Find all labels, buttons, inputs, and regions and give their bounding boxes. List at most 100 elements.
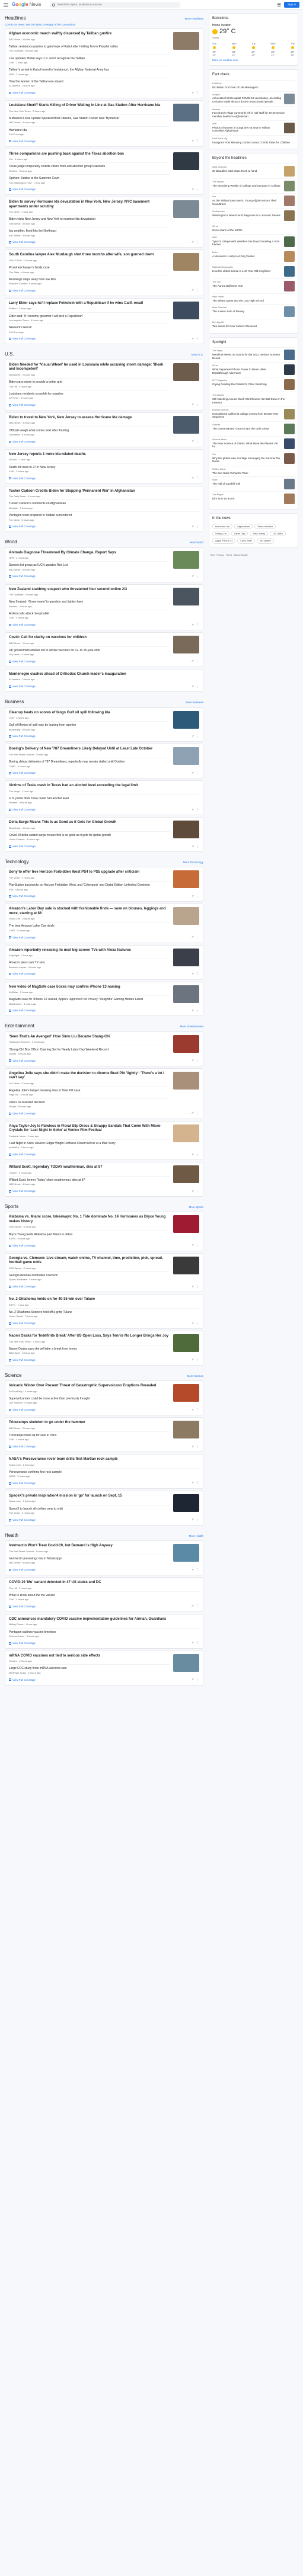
story-headline[interactable]: Tucker Carlson Credits Biden for Stoppin… — [9, 489, 199, 494]
related-source[interactable]: NBC News — [9, 1183, 21, 1186]
more-link[interactable]: More Entertainment — [180, 1025, 203, 1029]
google-news-logo[interactable]: Google News — [12, 2, 42, 8]
related-headline[interactable]: Prominent lawyer's family case — [9, 266, 170, 270]
spotlight-item[interactable]: Vox Why the global teen shortage is Hangi… — [212, 450, 295, 466]
related-source[interactable]: Live Science — [9, 1401, 23, 1404]
rail-item-headline[interactable]: Gene scans of the mRNA — [212, 229, 295, 232]
story-headline[interactable]: Willard Scott, legendary TODAY weatherma… — [9, 1165, 170, 1170]
story-source[interactable]: SciTechDaily — [9, 1390, 23, 1393]
share-icon[interactable]: ↗ — [192, 1009, 194, 1013]
share-icon[interactable]: ↗ — [192, 575, 194, 579]
full-coverage-button[interactable]: View Full Coverage — [9, 140, 36, 143]
rail-item-headline[interactable]: Fact check: Flags commonly left in half … — [212, 111, 295, 118]
related-headline[interactable]: Tucker Carlson's comments on Afghanistan — [9, 502, 199, 506]
story-source[interactable]: BBC News — [9, 642, 20, 645]
rail-item-headline[interactable]: Instagram Post Misusing Context About CO… — [212, 141, 295, 145]
story-headline[interactable]: Cleanup beats on scores of fangs Gulf oi… — [9, 711, 170, 716]
full-coverage-button[interactable]: View Full Coverage — [9, 525, 36, 528]
story-thumbnail[interactable] — [173, 1034, 199, 1053]
story-source[interactable]: Military Times — [9, 1623, 23, 1626]
related-headline[interactable]: Ardern calls attack 'despicable' — [9, 612, 170, 616]
spotlight-item[interactable]: Rolling Stone The Sun Stark Tornado's Pac… — [212, 465, 295, 477]
story-thumbnail[interactable] — [173, 1654, 199, 1672]
related-source[interactable]: The Verge — [9, 1511, 20, 1514]
story-source[interactable]: Bloomberg — [9, 826, 20, 829]
more-options-icon[interactable]: ⋮ — [196, 440, 199, 444]
more-link[interactable]: More World — [190, 541, 203, 544]
related-source[interactable]: Fox News — [9, 518, 20, 521]
full-coverage-button[interactable]: View Full Coverage — [9, 289, 36, 293]
story-headline[interactable]: Naomi Osaka for 'Indefinite Break' After… — [9, 1334, 170, 1339]
more-options-icon[interactable]: ⋮ — [196, 771, 199, 776]
rail-item-headline[interactable]: What Separated Phone Power to Beam Vibes… — [212, 368, 282, 374]
footer-link[interactable]: About Google — [234, 554, 247, 556]
related-source[interactable]: IndieWire — [9, 1146, 19, 1149]
story-source[interactable]: ABC News — [9, 38, 20, 41]
story-source[interactable]: TODAY — [9, 1171, 17, 1174]
more-options-icon[interactable]: ⋮ — [196, 575, 199, 579]
spotlight-item[interactable]: Outside The Guest-Named 'Ghost Is Not the… — [212, 421, 295, 436]
story-headline[interactable]: Three companions are pushing back agains… — [9, 152, 170, 157]
full-coverage-button[interactable]: View Full Coverage — [9, 1359, 36, 1362]
story-thumbnail[interactable] — [173, 200, 199, 219]
full-coverage-button[interactable]: View Full Coverage — [9, 685, 36, 688]
related-headline[interactable]: Taliban resistance pushes to gain hope o… — [9, 45, 170, 49]
story-headline[interactable]: Triceratops skeleton to go under the ham… — [9, 1421, 170, 1425]
full-coverage-button[interactable]: View Full Coverage — [9, 1244, 36, 1248]
story-source[interactable]: Space.com — [9, 1500, 21, 1502]
full-coverage-button[interactable]: View Full Coverage — [9, 241, 36, 244]
story-source[interactable]: Reuters — [9, 1659, 17, 1662]
story-headline[interactable]: Afghan economic march swiftly dispersed … — [9, 32, 170, 37]
story-thumbnail[interactable] — [173, 1124, 199, 1142]
full-coverage-button[interactable]: View Full Coverage — [9, 735, 36, 738]
related-source[interactable]: MedPage Today — [9, 1671, 26, 1674]
related-source[interactable]: CBS News — [9, 222, 20, 225]
share-icon[interactable]: ↗ — [192, 476, 194, 480]
related-source[interactable]: Sports Illustrated — [9, 1278, 27, 1281]
more-options-icon[interactable]: ⋮ — [196, 659, 199, 664]
full-coverage-button[interactable]: View Full Coverage — [9, 936, 36, 940]
share-icon[interactable]: ↗ — [192, 91, 194, 95]
full-coverage-button[interactable]: View Full Coverage — [9, 1482, 36, 1485]
share-icon[interactable]: ↗ — [192, 935, 194, 940]
related-headline[interactable]: U.S. probe finds Tesla crash had alcohol… — [9, 797, 199, 801]
full-coverage-button[interactable]: View Full Coverage — [9, 1112, 36, 1116]
related-source[interactable]: CNN — [9, 616, 14, 619]
more-link[interactable]: More Science — [187, 1374, 203, 1378]
more-options-icon[interactable]: ⋮ — [196, 1244, 199, 1248]
related-headline[interactable]: Large CDC study finds mRNA vaccines safe — [9, 1667, 170, 1671]
rail-item-headline[interactable]: Did Biden Grid Fear of Life Messages? — [212, 86, 295, 89]
rail-item-headline[interactable]: The Surprising Reality of College and Su… — [212, 184, 282, 188]
more-options-icon[interactable]: ⋮ — [196, 1009, 199, 1013]
related-headline[interactable]: Triceratops fossil up for sale in Paris — [9, 1434, 170, 1438]
more-options-icon[interactable]: ⋮ — [196, 845, 199, 849]
rail-item-headline[interactable]: As the Taliban Bans Music, Young Afghan … — [212, 199, 282, 206]
related-source[interactable]: Al Jazeera — [9, 84, 20, 87]
topic-chip[interactable]: US Open — [270, 531, 286, 537]
share-icon[interactable]: ↗ — [192, 685, 194, 689]
share-icon[interactable]: ↗ — [192, 289, 194, 293]
more-options-icon[interactable]: ⋮ — [196, 1518, 199, 1522]
related-headline[interactable]: Boeing delays deliveries of 787 Dreamlin… — [9, 760, 170, 764]
related-headline[interactable]: SpaceX to launch all-civilian crew to or… — [9, 1507, 170, 1511]
related-headline[interactable]: How the women of the Taliban era stayed — [9, 80, 170, 84]
section-title[interactable]: World — [5, 539, 17, 545]
share-icon[interactable]: ↗ — [192, 1322, 194, 1326]
more-options-icon[interactable]: ⋮ — [196, 337, 199, 341]
more-options-icon[interactable]: ⋮ — [196, 1641, 199, 1645]
story-thumbnail[interactable] — [173, 985, 199, 1003]
story-source[interactable]: The Verge — [9, 790, 20, 793]
related-headline[interactable]: Ivermectin poisonings rise in Mississipp… — [9, 1557, 170, 1561]
related-headline[interactable]: Willard Scott, former 'Today' show weath… — [9, 1178, 170, 1183]
share-icon[interactable]: ↗ — [192, 845, 194, 849]
more-options-icon[interactable]: ⋮ — [196, 1285, 199, 1289]
share-icon[interactable]: ↗ — [192, 1190, 194, 1194]
full-coverage-button[interactable]: View Full Coverage — [9, 91, 36, 95]
story-source[interactable]: Fox News — [9, 1082, 20, 1085]
covid-banner-link[interactable]: COVID-19 news: See the latest coverage o… — [5, 23, 203, 27]
related-headline[interactable]: Death toll rises to 27 in New Jersey — [9, 466, 199, 470]
rail-item-headline[interactable]: Still Catching Around Slash Old Chinese … — [212, 398, 295, 404]
topic-chip[interactable]: Larry Elder — [237, 538, 255, 544]
topic-chip[interactable]: Labor Day — [231, 531, 248, 537]
story-headline[interactable]: Larry Elder says he'll replace Feinstein… — [9, 302, 170, 306]
